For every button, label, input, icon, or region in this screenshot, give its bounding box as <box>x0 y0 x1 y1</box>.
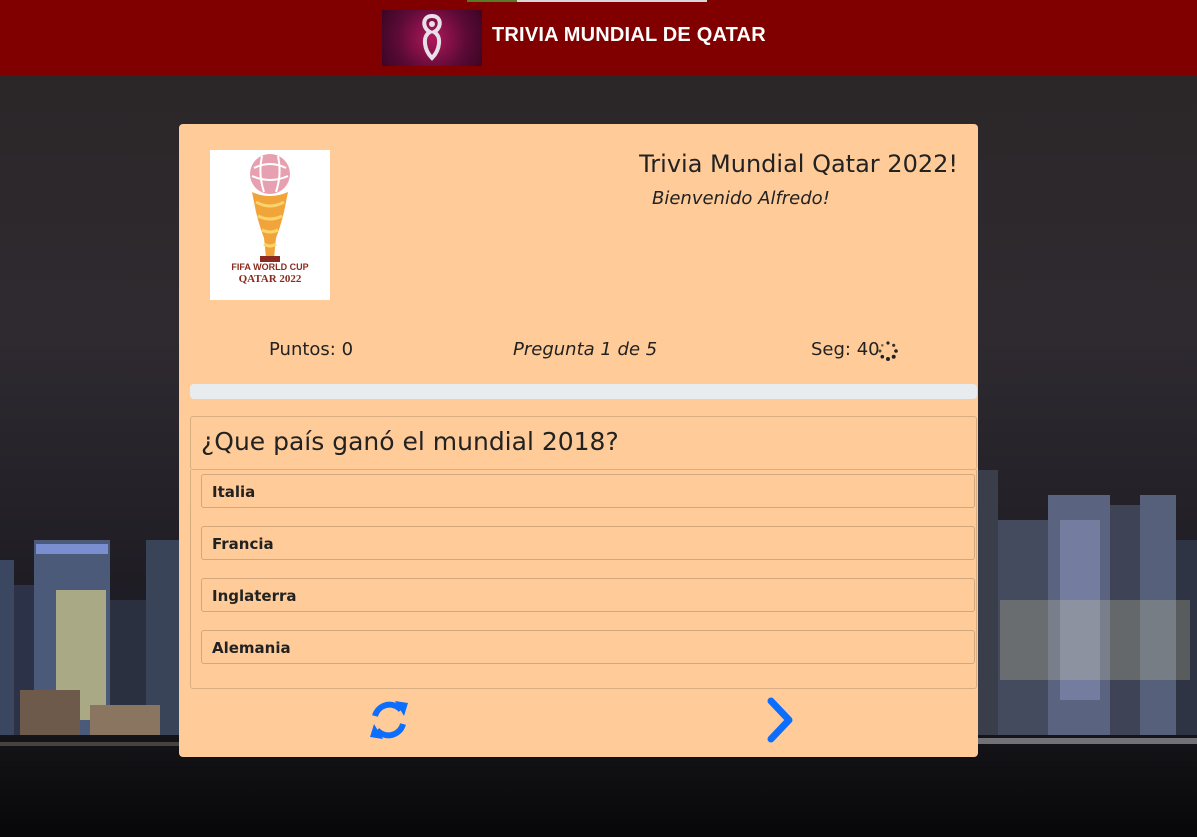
welcome-message: Bienvenido Alfredo! <box>652 188 830 209</box>
timer-counter: Seg: 40 <box>811 339 880 360</box>
svg-text:QATAR 2022: QATAR 2022 <box>239 273 302 285</box>
answers-list: Italia Francia Inglaterra Alemania <box>190 470 977 689</box>
chevron-right-icon <box>767 697 793 743</box>
card-title: Trivia Mundial Qatar 2022! <box>639 150 958 178</box>
question-counter: Pregunta 1 de 5 <box>513 339 658 360</box>
question-header: ¿Que país ganó el mundial 2018? <box>190 416 977 470</box>
trivia-card: FIFA WORLD CUP QATAR 2022 Trivia Mundial… <box>179 124 978 757</box>
fifa-world-cup-trophy-icon: FIFA WORLD CUP QATAR 2022 <box>231 154 309 285</box>
answer-label: Alemania <box>212 639 291 657</box>
navbar-title[interactable]: TRIVIA MUNDIAL DE QATAR <box>492 24 766 47</box>
answer-label: Inglaterra <box>212 587 297 605</box>
answer-label: Italia <box>212 483 256 501</box>
answer-option[interactable]: Francia <box>201 526 975 560</box>
answer-label: Francia <box>212 535 274 553</box>
navbar: TRIVIA MUNDIAL DE QATAR <box>0 0 1197 75</box>
answer-option[interactable]: Italia <box>201 474 975 508</box>
svg-text:FIFA WORLD CUP: FIFA WORLD CUP <box>231 262 308 272</box>
next-question-button[interactable] <box>759 697 805 743</box>
restart-button[interactable] <box>366 697 412 743</box>
qatar-emblem-icon[interactable] <box>382 10 482 66</box>
world-cup-logo: FIFA WORLD CUP QATAR 2022 <box>210 150 330 300</box>
navbar-top-accent <box>467 0 517 2</box>
navbar-top-accent <box>517 0 707 2</box>
answer-option[interactable]: Alemania <box>201 630 975 664</box>
answer-option[interactable]: Inglaterra <box>201 578 975 612</box>
loading-spinner-icon <box>878 341 898 361</box>
progress-bar <box>190 384 977 399</box>
refresh-icon <box>370 701 408 739</box>
question-text: ¿Que país ganó el mundial 2018? <box>201 427 619 456</box>
points-counter: Puntos: 0 <box>269 339 354 360</box>
